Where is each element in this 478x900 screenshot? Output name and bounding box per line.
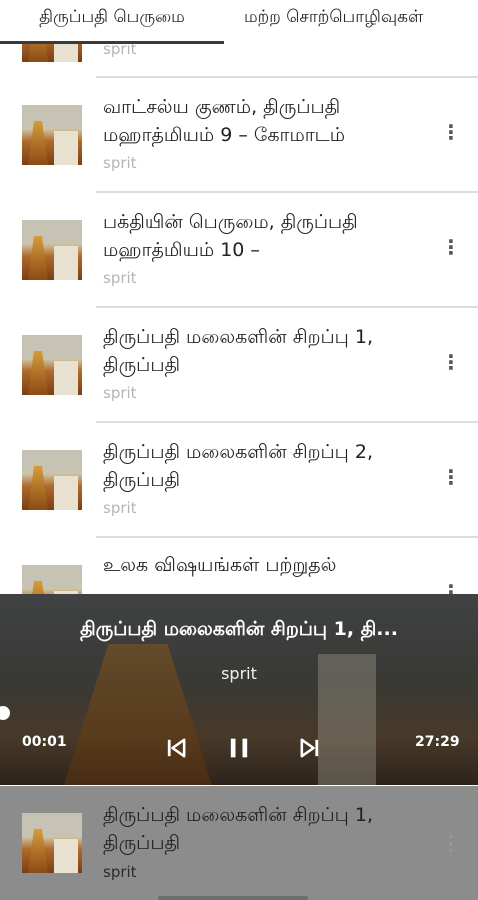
- tab-indicator: [0, 41, 224, 44]
- episode-thumbnail: [22, 220, 82, 280]
- episode-thumbnail: [22, 450, 82, 510]
- more-vert-icon[interactable]: ⋮: [441, 350, 461, 374]
- episode-title: திருப்பதி மலைகளின் சிறப்பு 2, திருப்பதி: [103, 441, 373, 491]
- more-vert-icon[interactable]: ⋮: [441, 235, 461, 259]
- tab-tirupati-perumai[interactable]: திருப்பதி பெருமை: [0, 0, 224, 44]
- skip-previous-icon[interactable]: [162, 734, 190, 762]
- episode-subtitle: sprit: [103, 384, 137, 402]
- duration: 27:29: [415, 734, 460, 750]
- list-item[interactable]: திருப்பதி மலைகளின் சிறப்பு 1, திருப்பதி …: [0, 308, 478, 422]
- more-vert-icon[interactable]: ⋮: [441, 465, 461, 489]
- mini-player[interactable]: திருப்பதி மலைகளின் சிறப்பு 1, திருப்பதி …: [0, 786, 478, 900]
- episode-title: திருப்பதி மலைகளின் சிறப்பு 1, திருப்பதி: [103, 326, 373, 376]
- episode-title: பக்தியின் பெருமை, திருப்பதி மஹாத்மியம் 1…: [103, 211, 358, 261]
- more-vert-icon[interactable]: ⋮: [441, 831, 461, 855]
- episode-title: வாட்சல்ய குணம், திருப்பதி மஹாத்மியம் 9 –…: [103, 96, 346, 146]
- tab-other-discourses[interactable]: மற்ற சொற்பொழிவுகள்: [230, 0, 478, 44]
- episode-title: உலக விஷயங்கள் பற்றுதல்: [103, 554, 337, 576]
- mini-player-title: திருப்பதி மலைகளின் சிறப்பு 1, திருப்பதி: [103, 804, 373, 854]
- list-item[interactable]: திருப்பதி மலைகளின் சிறப்பு 2, திருப்பதி …: [0, 423, 478, 537]
- episode-thumbnail: [22, 105, 82, 165]
- more-vert-icon[interactable]: ⋮: [441, 120, 461, 144]
- pause-icon[interactable]: [225, 734, 253, 762]
- skip-next-icon[interactable]: [296, 734, 324, 762]
- current-time: 00:01: [22, 734, 67, 750]
- list-item[interactable]: வாட்சல்ய குணம், திருப்பதி மஹாத்மியம் 9 –…: [0, 78, 478, 192]
- mini-player-thumbnail: [22, 813, 82, 873]
- episode-subtitle: sprit: [103, 154, 137, 172]
- episode-subtitle: sprit: [103, 269, 137, 287]
- tab-bar: திருப்பதி பெருமை மற்ற சொற்பொழிவுகள்: [0, 0, 478, 44]
- episode-thumbnail: [22, 335, 82, 395]
- episode-subtitle: sprit: [103, 499, 137, 517]
- now-playing-artist: sprit: [221, 664, 257, 683]
- expanded-player: திருப்பதி மலைகளின் சிறப்பு 1, தி... spri…: [0, 594, 478, 785]
- list-item[interactable]: பக்தியின் பெருமை, திருப்பதி மஹாத்மியம் 1…: [0, 193, 478, 307]
- now-playing-title: திருப்பதி மலைகளின் சிறப்பு 1, தி...: [80, 618, 398, 640]
- drag-handle[interactable]: [158, 896, 308, 900]
- mini-player-subtitle: sprit: [103, 863, 137, 881]
